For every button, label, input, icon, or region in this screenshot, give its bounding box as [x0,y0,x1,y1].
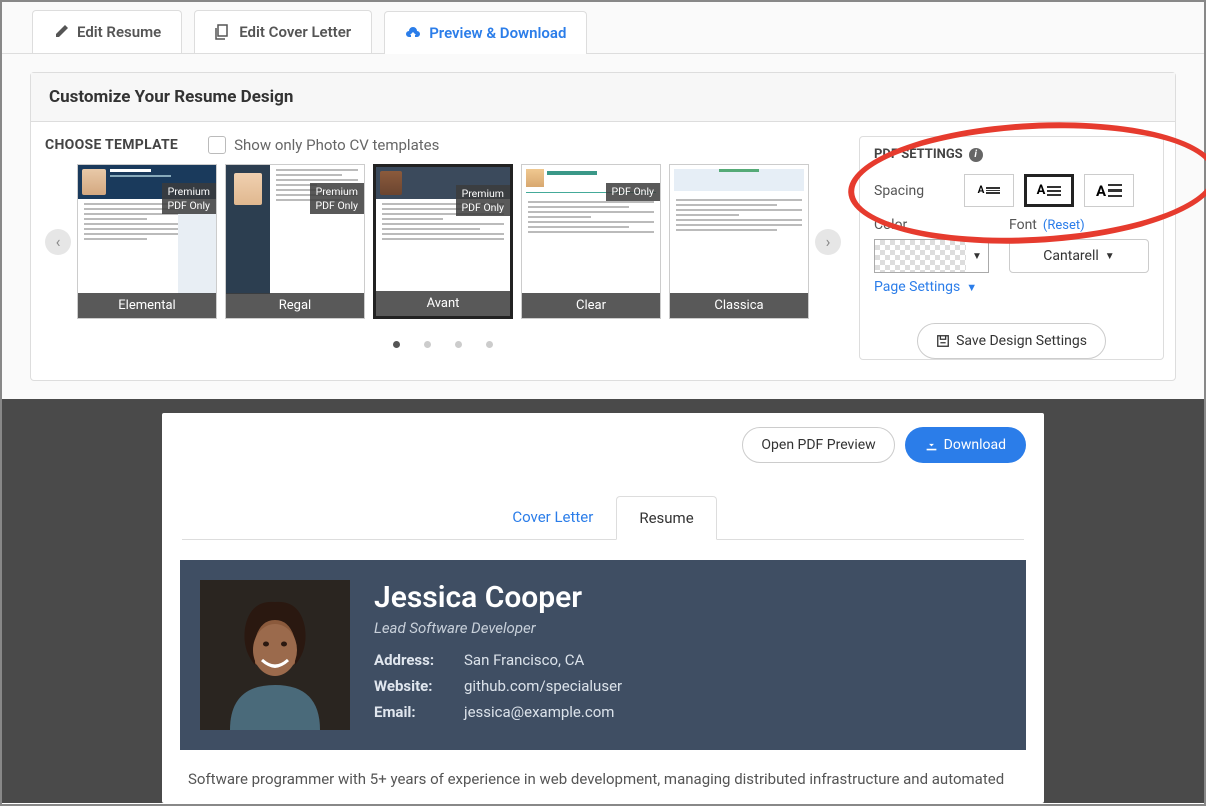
template-name: Elemental [78,293,216,318]
copy-icon [215,24,231,40]
transparent-swatch [875,240,966,272]
page-settings-link[interactable]: Page Settings ▼ [874,279,1149,295]
website-value: github.com/specialuser [464,677,622,695]
resume-photo [200,580,350,730]
resume-job-title: Lead Software Developer [374,619,622,637]
email-value: jessica@example.com [464,703,614,721]
dot[interactable] [455,341,462,348]
template-name: Regal [226,293,364,318]
caret-down-icon: ▼ [1105,251,1115,262]
template-elemental[interactable]: Premium PDF Only Elemental [77,164,217,319]
email-label: Email: [374,703,450,721]
carousel-next[interactable]: › [815,229,841,255]
chevron-down-icon: ▼ [966,281,977,294]
tab-label: Edit Cover Letter [239,23,351,41]
premium-badge: Premium PDF Only [162,183,216,214]
tab-label: Preview & Download [429,24,566,42]
website-label: Website: [374,677,450,695]
save-label: Save Design Settings [956,333,1087,349]
resume-summary: Software programmer with 5+ years of exp… [180,750,1026,791]
doc-tabs: Cover Letter Resume [162,477,1044,539]
template-carousel: ‹ Premium PDF Only Elemental [45,164,841,319]
spacing-medium[interactable]: A [1024,174,1074,207]
premium-badge: Premium PDF Only [310,183,364,214]
panel-title: Customize Your Resume Design [31,73,1175,122]
resume-document: Jessica Cooper Lead Software Developer A… [180,560,1026,791]
template-regal[interactable]: Premium PDF Only Regal [225,164,365,319]
font-value: Cantarell [1043,248,1099,264]
customize-panel: Customize Your Resume Design CHOOSE TEMP… [30,72,1176,381]
spacing-large[interactable]: A [1084,174,1134,207]
tab-preview-download[interactable]: Preview & Download [384,11,587,54]
resume-name: Jessica Cooper [374,580,622,615]
address-label: Address: [374,651,450,669]
template-name: Classica [670,293,808,318]
tab-edit-cover-letter[interactable]: Edit Cover Letter [194,10,372,53]
download-icon [925,439,938,452]
template-clear[interactable]: PDF Only Clear [521,164,661,319]
preview-area: Open PDF Preview Download Cover Letter R… [2,399,1204,803]
download-label: Download [944,437,1006,453]
doc-tab-cover-letter[interactable]: Cover Letter [489,495,616,539]
template-name: Clear [522,293,660,318]
dot[interactable] [393,341,400,348]
pdf-settings-title: PDF SETTINGS i [860,137,1163,168]
carousel-prev[interactable]: ‹ [45,229,71,255]
save-icon [936,334,950,348]
main-tabs: Edit Resume Edit Cover Letter Preview & … [2,2,1204,54]
cloud-download-icon [405,25,421,41]
info-icon[interactable]: i [969,148,983,162]
pencil-icon [53,24,69,40]
checkbox-icon [208,136,226,154]
pdf-settings-box: PDF SETTINGS i Spacing A A A Color [859,136,1164,360]
spacing-label: Spacing [874,183,954,199]
download-button[interactable]: Download [905,427,1026,463]
color-label: Color [874,217,989,233]
photo-only-checkbox[interactable]: Show only Photo CV templates [208,136,439,154]
dot[interactable] [486,341,493,348]
color-picker[interactable]: ▼ [874,239,989,273]
template-avant[interactable]: Premium PDF Only Avant [373,164,513,319]
preview-card: Open PDF Preview Download Cover Letter R… [162,413,1044,803]
save-design-button[interactable]: Save Design Settings [917,323,1106,359]
caret-down-icon: ▼ [966,240,988,272]
reset-link[interactable]: (Reset) [1043,218,1085,233]
address-value: San Francisco, CA [464,651,584,669]
carousel-dots [45,341,841,348]
font-label: Font [1009,217,1037,233]
tab-edit-resume[interactable]: Edit Resume [32,10,182,53]
spacing-small[interactable]: A [964,174,1014,207]
dot[interactable] [424,341,431,348]
template-name: Avant [376,291,510,316]
choose-template-label: CHOOSE TEMPLATE [45,137,178,153]
pdf-only-badge: PDF Only [606,183,660,201]
resume-header: Jessica Cooper Lead Software Developer A… [180,560,1026,750]
open-pdf-button[interactable]: Open PDF Preview [742,427,894,463]
doc-tab-resume[interactable]: Resume [616,496,716,540]
premium-badge: Premium PDF Only [456,185,510,216]
tab-label: Edit Resume [77,23,161,41]
font-dropdown[interactable]: Cantarell ▼ [1009,239,1149,273]
checkbox-label: Show only Photo CV templates [234,136,439,154]
template-classica[interactable]: Classica [669,164,809,319]
